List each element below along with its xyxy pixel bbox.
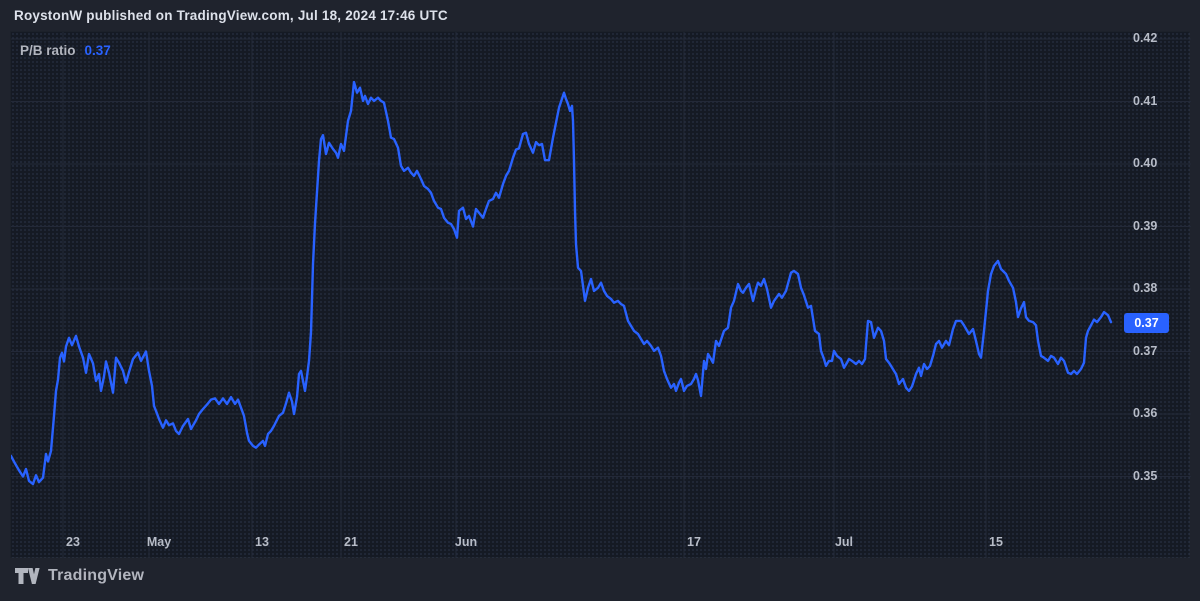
- tradingview-logo-icon: [14, 567, 40, 585]
- x-axis-tick: Jun: [436, 535, 496, 549]
- y-axis-tick: 0.37: [1133, 344, 1173, 358]
- footer-bar: TradingView: [0, 558, 1200, 601]
- y-axis-tick: 0.40: [1133, 156, 1173, 170]
- x-axis-tick: Jul: [814, 535, 874, 549]
- tradingview-logo-text: TradingView: [48, 567, 144, 585]
- y-axis-tick: 0.36: [1133, 406, 1173, 420]
- published-chart-page: RoystonW published on TradingView.com, J…: [0, 0, 1200, 601]
- y-axis-tick: 0.38: [1133, 281, 1173, 295]
- legend-series-name: P/B ratio: [20, 43, 76, 58]
- tradingview-logo[interactable]: TradingView: [14, 567, 144, 585]
- x-axis-tick: 23: [43, 535, 103, 549]
- x-axis-tick: 21: [321, 535, 381, 549]
- last-price-badge: 0.37: [1124, 313, 1169, 333]
- legend-series-value: 0.37: [85, 43, 111, 58]
- price-line-series: [11, 82, 1111, 484]
- x-axis-tick: May: [129, 535, 189, 549]
- x-axis-tick: 13: [232, 535, 292, 549]
- legend: P/B ratio 0.37: [20, 43, 111, 58]
- y-axis-tick: 0.35: [1133, 469, 1173, 483]
- y-axis-tick: 0.39: [1133, 219, 1173, 233]
- y-axis-tick: 0.42: [1133, 31, 1173, 45]
- chart-pane[interactable]: P/B ratio 0.37 0.42 0.41 0.40 0.39 0.38 0.37 0.…: [10, 31, 1190, 558]
- publish-attribution: RoystonW published on TradingView.com, J…: [14, 0, 448, 31]
- x-axis-tick: 15: [966, 535, 1026, 549]
- x-axis-tick: 17: [664, 535, 724, 549]
- price-chart-canvas: [11, 32, 1191, 559]
- y-axis-tick: 0.41: [1133, 94, 1173, 108]
